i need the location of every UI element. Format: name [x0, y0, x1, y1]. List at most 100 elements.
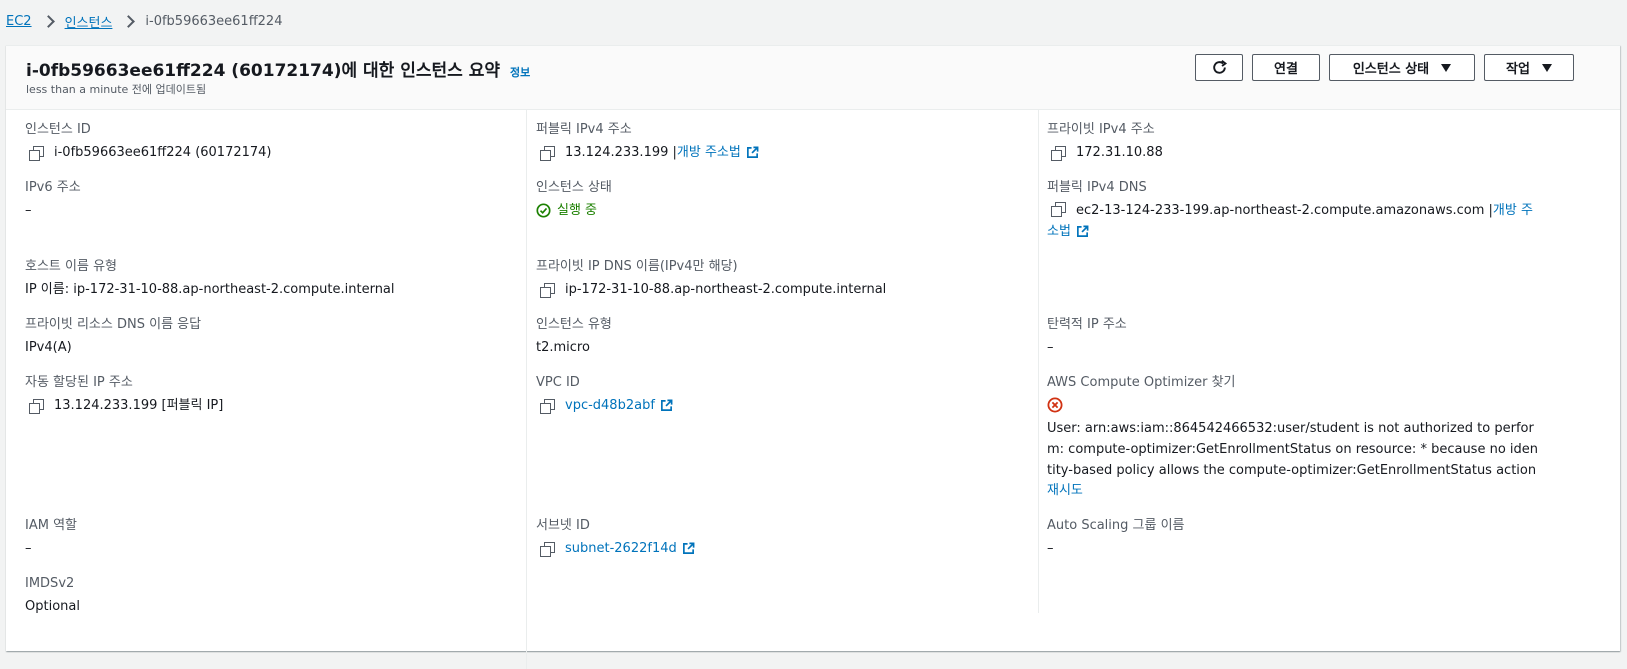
chevron-right-icon [41, 15, 55, 28]
external-link-icon[interactable] [682, 542, 695, 555]
field-label: IAM 역할 [25, 518, 77, 533]
auto-scaling-value: – [1047, 541, 1054, 556]
copy-icon[interactable] [29, 398, 44, 414]
field-label: 인스턴스 상태 [536, 180, 612, 195]
field-private-dns: 프라이빗 IP DNS 이름(IPv4만 해당) ip-172-31-10-88… [536, 258, 886, 300]
instance-state-dropdown-label: 인스턴스 상태 [1352, 62, 1430, 77]
refresh-icon [1212, 59, 1227, 74]
instance-summary-panel: i-0fb59663ee61ff224 (60172174)에 대한 인스턴스 … [6, 45, 1620, 669]
retry-link[interactable]: 재시도 [1047, 481, 1539, 501]
breadcrumb-instances-link[interactable]: 인스턴스 [65, 12, 113, 31]
external-link-icon[interactable] [660, 399, 673, 412]
field-label: AWS Compute Optimizer 찾기 [1047, 375, 1236, 390]
column-divider [526, 109, 527, 669]
copy-icon[interactable] [540, 541, 555, 557]
breadcrumb: EC2 인스턴스 i-0fb59663ee61ff224 [6, 12, 282, 31]
field-value: i-0fb59663ee61ff224 (60172174) [25, 142, 272, 163]
copy-icon[interactable] [1051, 202, 1066, 217]
hostname-type-value: IP 이름: ip-172-31-10-88.ap-northeast-2.co… [25, 282, 395, 297]
field-instance-state: 인스턴스 상태 실행 중 [536, 179, 612, 221]
field-elastic-ip: 탄력적 IP 주소 – [1047, 316, 1127, 358]
field-label: 퍼블릭 IPv4 주소 [536, 122, 632, 137]
compute-optimizer-error: User: arn:aws:iam::864542466532:user/stu… [1047, 421, 1539, 478]
field-value: 172.31.10.88 [1047, 142, 1163, 163]
copy-icon[interactable] [540, 282, 555, 298]
field-label: 호스트 이름 유형 [25, 259, 117, 274]
field-label: 퍼블릭 IPv4 DNS [1047, 180, 1147, 195]
field-public-dns: 퍼블릭 IPv4 DNS ec2-13-124-233-199.ap-north… [1047, 179, 1539, 242]
subnet-id-link[interactable]: subnet-2622f14d [565, 538, 677, 559]
auto-ip-value: 13.124.233.199 [퍼블릭 IP] [54, 398, 224, 413]
field-instance-id: 인스턴스 ID i-0fb59663ee61ff224 (60172174) [25, 121, 272, 163]
refresh-button[interactable] [1195, 54, 1243, 81]
error-circle-icon [1047, 397, 1063, 413]
field-subnet-id: 서브넷 ID subnet-2622f14d [536, 517, 695, 559]
field-value: 13.124.233.199 [퍼블릭 IP] [25, 395, 223, 416]
caret-down-icon [1441, 63, 1452, 72]
instance-state-dropdown[interactable]: 인스턴스 상태 [1329, 54, 1475, 81]
iam-role-value: – [25, 541, 32, 556]
field-value: 13.124.233.199 | 개방 주소법 [536, 142, 759, 163]
field-public-ipv4: 퍼블릭 IPv4 주소 13.124.233.199 | 개방 주소법 [536, 121, 759, 163]
connect-button[interactable]: 연결 [1252, 54, 1320, 81]
instance-type-value: t2.micro [536, 340, 590, 355]
field-vpc-id: VPC ID vpc-d48b2abf [536, 374, 673, 416]
instance-id-value: i-0fb59663ee61ff224 (60172174) [54, 145, 272, 160]
field-label: 자동 할당된 IP 주소 [25, 375, 133, 390]
field-auto-ip: 자동 할당된 IP 주소 13.124.233.199 [퍼블릭 IP] [25, 374, 223, 416]
actions-dropdown[interactable]: 작업 [1484, 54, 1574, 81]
field-label: 인스턴스 유형 [536, 317, 612, 332]
open-address-link[interactable]: 개방 주소법 [677, 142, 741, 163]
elastic-ip-value: – [1047, 340, 1054, 355]
chevron-right-icon [122, 15, 136, 28]
panel-header: i-0fb59663ee61ff224 (60172174)에 대한 인스턴스 … [6, 46, 1620, 110]
field-label: VPC ID [536, 375, 580, 390]
copy-icon[interactable] [540, 145, 555, 161]
caret-down-icon [1541, 63, 1552, 72]
field-ipv6: IPv6 주소 – [25, 179, 81, 221]
field-label: IMDSv2 [25, 576, 75, 591]
column-divider [1038, 109, 1039, 613]
field-value: ec2-13-124-233-199.ap-northeast-2.comput… [1047, 200, 1539, 242]
field-iam-role: IAM 역할 – [25, 517, 77, 559]
field-value: subnet-2622f14d [536, 538, 695, 559]
check-circle-icon [536, 203, 551, 218]
title-row: i-0fb59663ee61ff224 (60172174)에 대한 인스턴스 … [26, 56, 530, 81]
field-hostname-type: 호스트 이름 유형 IP 이름: ip-172-31-10-88.ap-nort… [25, 258, 395, 300]
instance-state-value: 실행 중 [557, 203, 598, 218]
field-private-ipv4: 프라이빗 IPv4 주소 172.31.10.88 [1047, 121, 1163, 163]
private-dns-value: ip-172-31-10-88.ap-northeast-2.compute.i… [565, 282, 887, 297]
field-label: 서브넷 ID [536, 518, 590, 533]
field-imdsv2: IMDSv2 Optional [25, 575, 80, 617]
breadcrumb-current: i-0fb59663ee61ff224 [145, 14, 283, 29]
copy-icon[interactable] [540, 398, 555, 414]
field-label: 탄력적 IP 주소 [1047, 317, 1127, 332]
field-auto-scaling: Auto Scaling 그룹 이름 – [1047, 517, 1185, 559]
status-badge: 실행 중 [536, 200, 612, 221]
imdsv2-value: Optional [25, 599, 80, 614]
field-private-resource-dns: 프라이빗 리소스 DNS 이름 응답 IPv4(A) [25, 316, 201, 358]
connect-button-label: 연결 [1274, 62, 1298, 77]
private-resource-dns-value: IPv4(A) [25, 340, 72, 355]
breadcrumb-ec2-link[interactable]: EC2 [6, 14, 32, 29]
field-label: IPv6 주소 [25, 180, 81, 195]
info-link[interactable]: 정보 [510, 64, 530, 80]
last-updated-text: less than a minute 전에 업데이트됨 [26, 83, 207, 96]
public-ipv4-value: 13.124.233.199 | [565, 145, 677, 160]
header-actions: 연결 인스턴스 상태 작업 [1195, 54, 1574, 81]
field-value: vpc-d48b2abf [536, 395, 673, 416]
copy-icon[interactable] [29, 145, 44, 161]
external-link-icon[interactable] [1076, 225, 1089, 238]
vpc-id-link[interactable]: vpc-d48b2abf [565, 395, 655, 416]
ipv6-value: – [25, 203, 32, 218]
field-compute-optimizer: AWS Compute Optimizer 찾기 User: arn:aws:i… [1047, 374, 1539, 501]
page-title: i-0fb59663ee61ff224 (60172174)에 대한 인스턴스 … [26, 61, 500, 81]
private-ipv4-value: 172.31.10.88 [1076, 145, 1163, 160]
field-label: Auto Scaling 그룹 이름 [1047, 518, 1185, 533]
field-label: 프라이빗 IPv4 주소 [1047, 122, 1155, 137]
external-link-icon[interactable] [746, 146, 759, 159]
field-label: 프라이빗 IP DNS 이름(IPv4만 해당) [536, 259, 738, 274]
field-label: 인스턴스 ID [25, 122, 91, 137]
field-label: 프라이빗 리소스 DNS 이름 응답 [25, 317, 202, 332]
copy-icon[interactable] [1051, 145, 1066, 161]
